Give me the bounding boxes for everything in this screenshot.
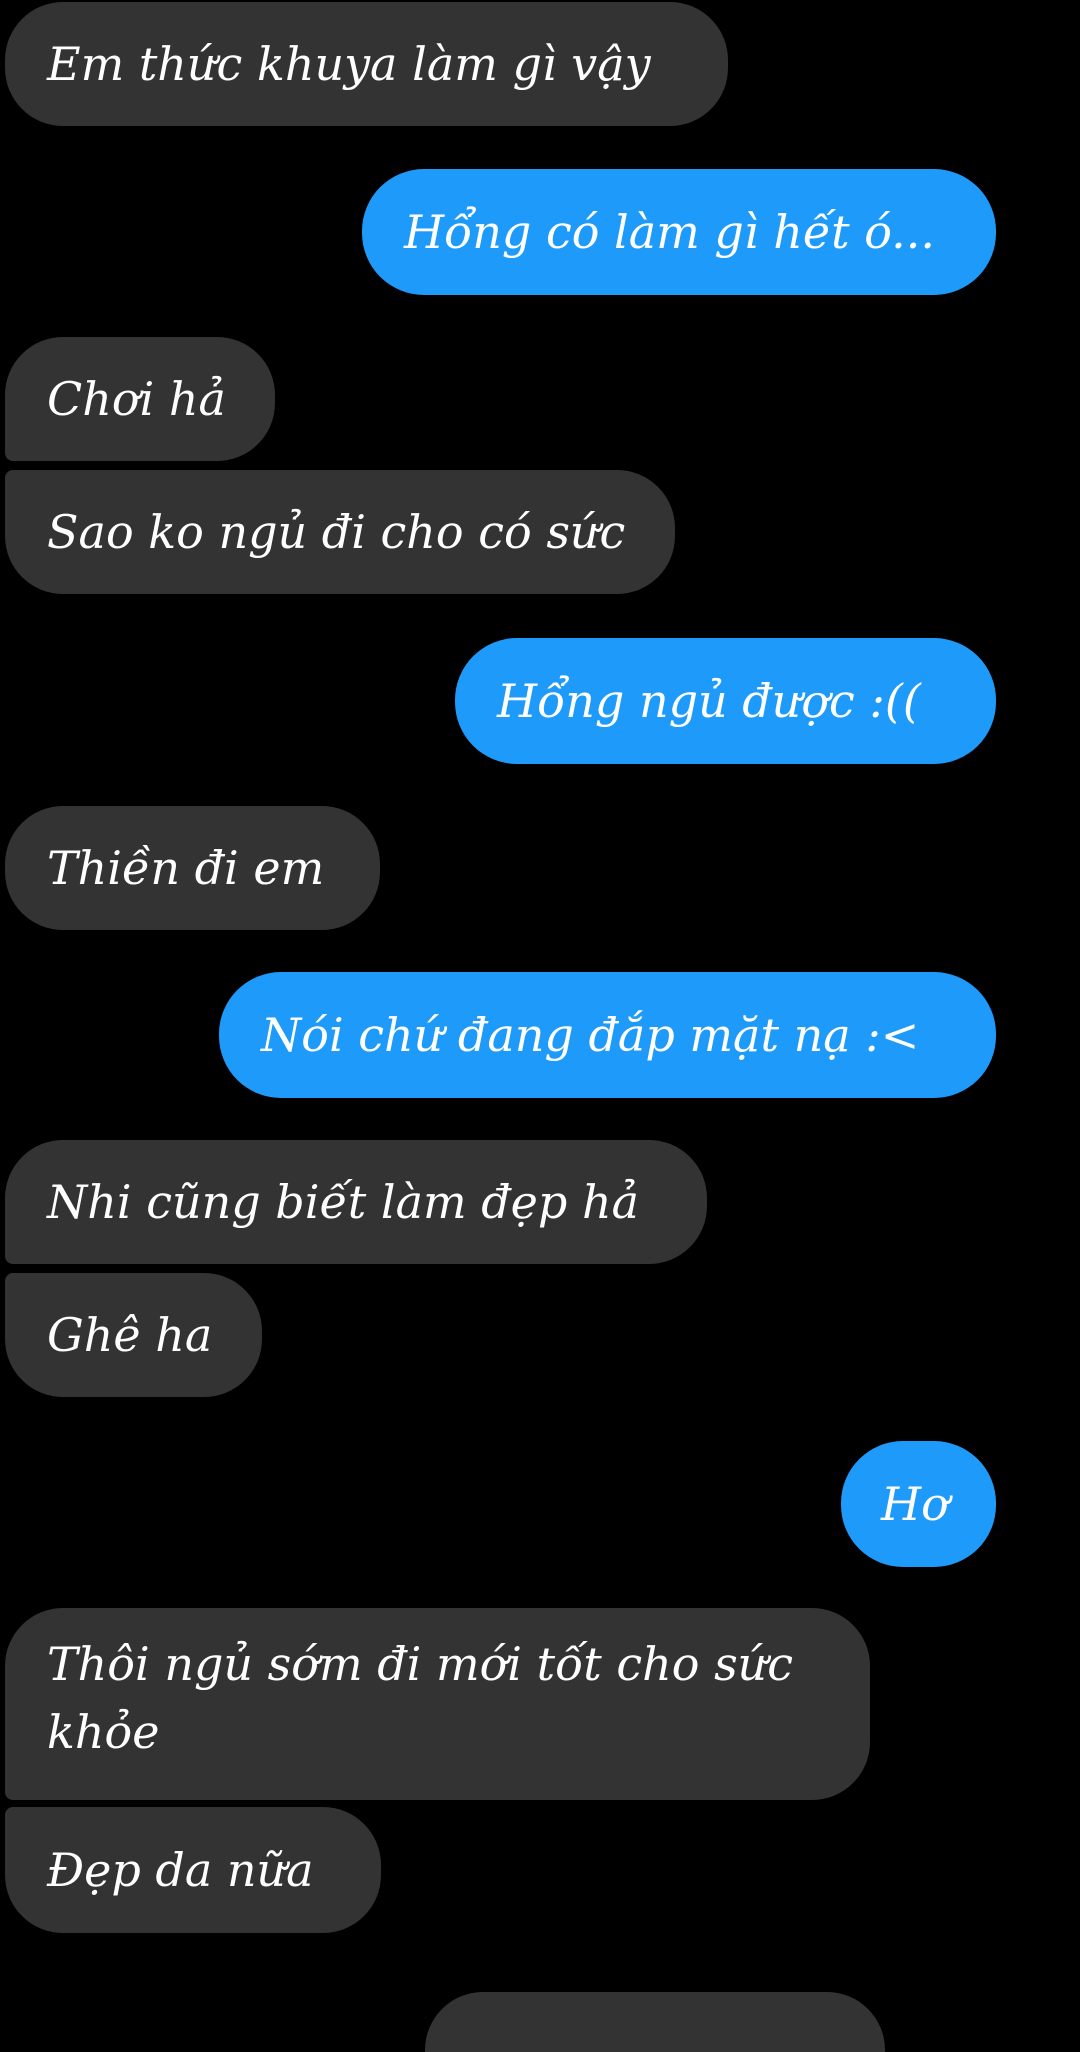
message-text: Ghê ha xyxy=(47,1308,213,1362)
message-text: Em thức khuya làm gì vậy xyxy=(47,37,651,91)
message-text: Sao ko ngủ đi cho có sức xyxy=(47,505,626,559)
incoming-message[interactable]: Thôi ngủ sớm đi mới tốt cho sức khỏe xyxy=(5,1608,870,1800)
message-text: Hơ xyxy=(881,1477,949,1531)
message-text: Hổng có làm gì hết ó... xyxy=(404,205,935,259)
partial-message-bubble xyxy=(425,1992,885,2052)
incoming-message[interactable]: Đẹp da nữa xyxy=(5,1807,381,1933)
incoming-message[interactable]: Thiền đi em xyxy=(5,806,380,930)
outgoing-message[interactable]: Hổng ngủ được :(( xyxy=(455,638,996,764)
incoming-message[interactable]: Ghê ha xyxy=(5,1273,262,1397)
incoming-message[interactable]: Nhi cũng biết làm đẹp hả xyxy=(5,1140,707,1264)
incoming-message[interactable]: Chơi hả xyxy=(5,337,275,461)
message-text: Nói chứ đang đắp mặt nạ :< xyxy=(261,1008,920,1062)
message-text: Thôi ngủ sớm đi mới tốt cho sức khỏe xyxy=(47,1637,794,1759)
message-text: Đẹp da nữa xyxy=(47,1843,314,1897)
outgoing-message[interactable]: Hổng có làm gì hết ó... xyxy=(362,169,996,295)
message-text: Hổng ngủ được :(( xyxy=(497,674,921,728)
outgoing-message[interactable]: Hơ xyxy=(841,1441,996,1567)
outgoing-message[interactable]: Nói chứ đang đắp mặt nạ :< xyxy=(219,972,996,1098)
message-text: Thiền đi em xyxy=(47,841,325,895)
message-text: Chơi hả xyxy=(47,372,226,426)
incoming-message[interactable]: Sao ko ngủ đi cho có sức xyxy=(5,470,675,594)
chat-thread: Em thức khuya làm gì vậy Hổng có làm gì … xyxy=(0,0,1080,2052)
message-text: Nhi cũng biết làm đẹp hả xyxy=(47,1175,640,1229)
incoming-message[interactable]: Em thức khuya làm gì vậy xyxy=(5,2,728,126)
